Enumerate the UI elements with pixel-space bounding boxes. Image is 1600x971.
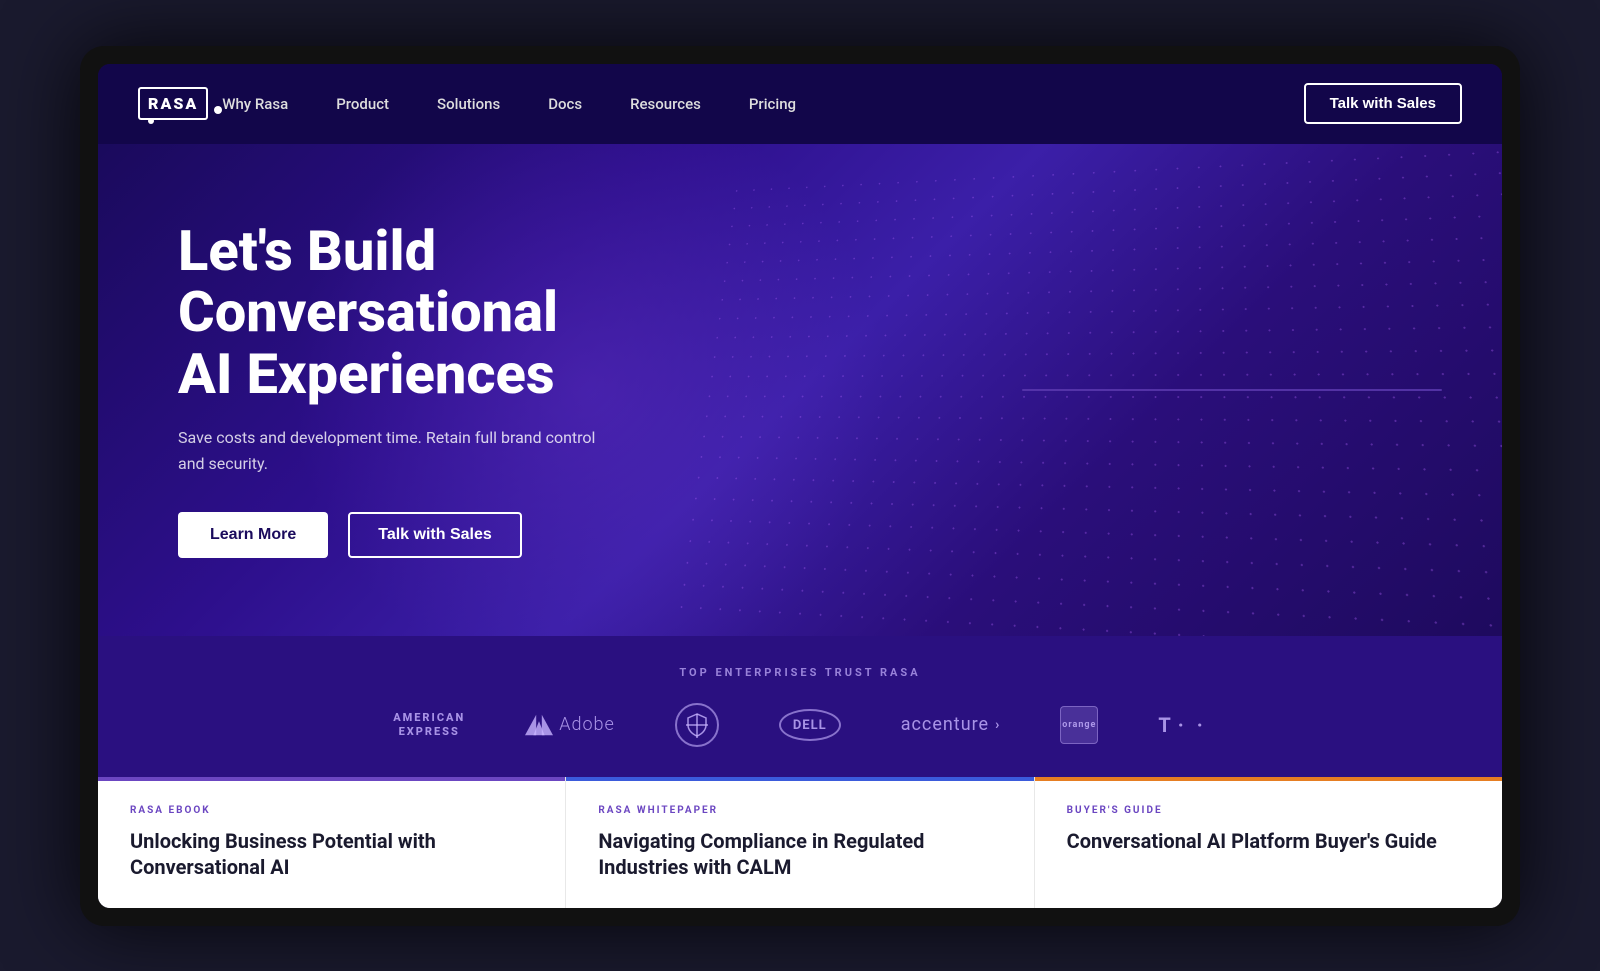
hero-talk-with-sales-button[interactable]: Talk with Sales	[348, 512, 522, 558]
card-title-3: Conversational AI Platform Buyer's Guide	[1067, 828, 1470, 854]
bcbs-shield-icon	[684, 712, 710, 738]
card-bar-2	[566, 777, 1033, 781]
logo-text: RASA	[148, 94, 198, 113]
nav-link-product[interactable]: Product	[336, 95, 389, 113]
learn-more-button[interactable]: Learn More	[178, 512, 328, 558]
hero-section: Let's Build Conversational AI Experience…	[98, 144, 1502, 636]
card-title-1: Unlocking Business Potential with Conver…	[130, 828, 533, 880]
card-buyers-guide[interactable]: BUYER'S GUIDE Conversational AI Platform…	[1035, 777, 1502, 908]
hero-chat-visual: Hey, I need to change my delivery addres…	[1022, 389, 1442, 391]
device-frame: RASA Why Rasa Product Solutions Docs Res…	[80, 46, 1520, 926]
nav-links: Why Rasa Product Solutions Docs Resource…	[222, 95, 1303, 113]
logo-adobe: Adobe	[525, 711, 615, 739]
hero-buttons: Learn More Talk with Sales	[178, 512, 618, 558]
trust-label: TOP ENTERPRISES TRUST RASA	[158, 666, 1442, 679]
logo-american-express: AMERICAN EXPRESS	[393, 711, 465, 737]
nav-link-why-rasa[interactable]: Why Rasa	[222, 95, 288, 113]
nav-link-resources[interactable]: Resources	[630, 95, 701, 113]
card-tag-1: RASA EBOOK	[130, 805, 533, 816]
card-tag-3: BUYER'S GUIDE	[1067, 805, 1470, 816]
cards-section: RASA EBOOK Unlocking Business Potential …	[98, 777, 1502, 908]
trust-section: TOP ENTERPRISES TRUST RASA AMERICAN EXPR…	[98, 636, 1502, 777]
logo-accenture: accenture ›	[901, 714, 1001, 735]
trust-logos: AMERICAN EXPRESS Adobe	[158, 703, 1442, 747]
card-bar-3	[1035, 777, 1502, 781]
logo[interactable]: RASA	[138, 87, 222, 120]
hero-subtitle: Save costs and development time. Retain …	[178, 425, 618, 476]
logo-telekom: T · ·	[1158, 713, 1206, 737]
nav-link-pricing[interactable]: Pricing	[749, 95, 796, 113]
logo-orange: orange	[1060, 706, 1098, 744]
logo-bcbs	[675, 703, 719, 747]
logo-bubble	[214, 106, 222, 114]
card-bar-1	[98, 777, 565, 781]
card-whitepaper[interactable]: RASA WHITEPAPER Navigating Compliance in…	[566, 777, 1034, 908]
logo-dell: DELL	[779, 709, 841, 741]
amex-text: AMERICAN EXPRESS	[393, 711, 465, 737]
chat-frame: Hey, I need to change my delivery addres…	[1022, 389, 1442, 391]
navbar: RASA Why Rasa Product Solutions Docs Res…	[98, 64, 1502, 144]
nav-link-solutions[interactable]: Solutions	[437, 95, 500, 113]
hero-content: Let's Build Conversational AI Experience…	[98, 221, 698, 559]
screen: RASA Why Rasa Product Solutions Docs Res…	[98, 64, 1502, 908]
hero-title: Let's Build Conversational AI Experience…	[178, 221, 618, 406]
nav-talk-with-sales-button[interactable]: Talk with Sales	[1304, 83, 1462, 124]
card-ebook[interactable]: RASA EBOOK Unlocking Business Potential …	[98, 777, 566, 908]
card-tag-2: RASA WHITEPAPER	[598, 805, 1001, 816]
nav-link-docs[interactable]: Docs	[548, 95, 582, 113]
logo-box: RASA	[138, 87, 208, 120]
card-title-2: Navigating Compliance in Regulated Indus…	[598, 828, 1001, 880]
